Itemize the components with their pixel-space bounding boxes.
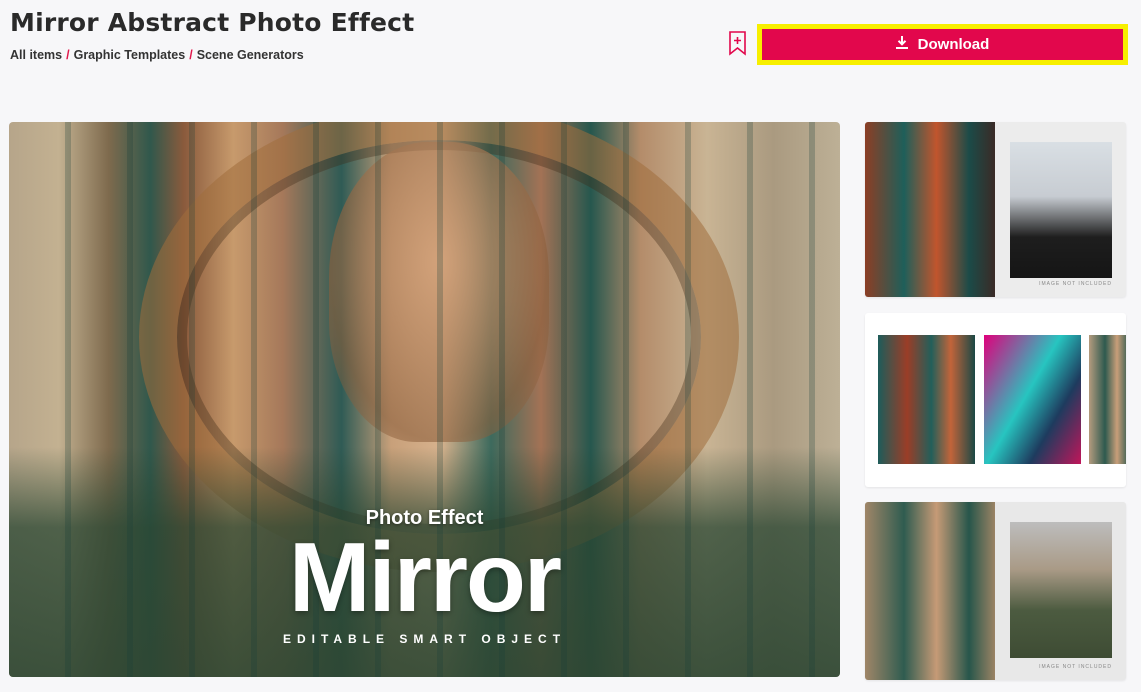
thumbnail-note: IMAGE NOT INCLUDED [1039,664,1112,670]
bookmark-plus-icon[interactable] [728,31,747,56]
thumbnail-note: IMAGE NOT INCLUDED [1039,281,1112,287]
breadcrumb-graphic-templates[interactable]: Graphic Templates [74,48,186,62]
page-title: Mirror Abstract Photo Effect [10,8,415,37]
thumbnail-1[interactable]: IMAGE NOT INCLUDED [865,122,1126,297]
breadcrumb-all-items[interactable]: All items [10,48,62,62]
breadcrumb-separator: / [66,48,70,62]
thumbnail-photo [1089,335,1126,464]
thumbnail-original-photo [1010,522,1112,658]
breadcrumb-scene-generators[interactable]: Scene Generators [197,48,304,62]
breadcrumb: All items / Graphic Templates / Scene Ge… [10,48,304,62]
main-preview-image[interactable]: Photo Effect Mirror EDITABLE SMART OBJEC… [9,122,840,677]
thumbnail-original-photo [1010,142,1112,278]
thumbnail-effect-photo [865,502,995,680]
thumbnail-3[interactable]: IMAGE NOT INCLUDED [865,502,1126,680]
download-label: Download [917,36,990,53]
download-button-focus-ring: Download [757,24,1128,65]
breadcrumb-separator: / [189,48,193,62]
download-icon [895,36,908,53]
thumbnail-photo [878,335,975,464]
download-button[interactable]: Download [762,29,1123,60]
thumbnail-photo [984,335,1081,464]
thumbnail-2[interactable] [865,313,1126,487]
preview-tagline: EDITABLE SMART OBJECT [282,632,567,646]
preview-headline: Mirror [288,522,562,632]
thumbnail-effect-photo [865,122,995,297]
